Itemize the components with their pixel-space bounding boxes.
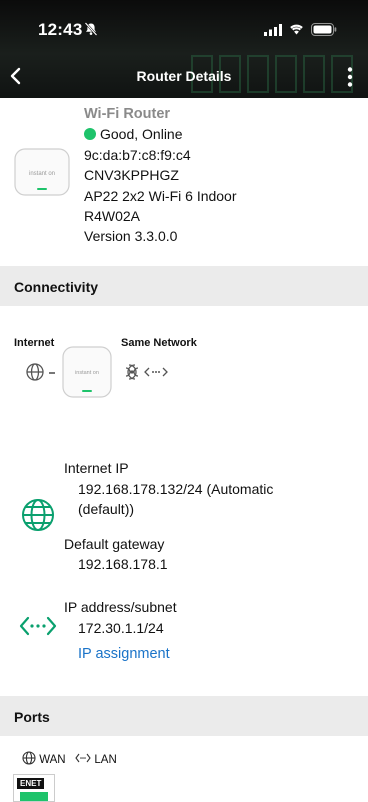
- router-brand-logo: instant on: [29, 171, 55, 177]
- internet-globe-icon: [22, 499, 54, 531]
- app-header: 12:43 Router Details: [0, 0, 368, 98]
- internet-ip-label: Internet IP: [64, 460, 129, 476]
- cellular-signal-icon: [264, 24, 282, 36]
- device-serial: CNV3KPPHGZ: [84, 167, 179, 184]
- subnet-value: 172.30.1.1/24: [78, 619, 164, 636]
- subnet-block: IP address/subnet 172.30.1.1/24 IP assig…: [64, 597, 177, 665]
- more-options-icon[interactable]: [346, 66, 354, 88]
- enet-port-tag: ENET: [17, 778, 45, 789]
- ports-section-header: Ports: [0, 696, 368, 736]
- status-dot-icon: [84, 128, 96, 141]
- subnet-label: IP address/subnet: [64, 599, 177, 615]
- battery-icon: [311, 23, 337, 36]
- default-gateway-value: 192.168.178.1: [78, 556, 168, 572]
- router-small-brand-logo: instant on: [75, 370, 99, 376]
- device-summary: instant on Wi-Fi Router Good, Online 9c:…: [0, 98, 368, 266]
- globe-icon: [26, 363, 44, 381]
- lan-label: LAN: [94, 754, 117, 766]
- wan-globe-icon: [22, 751, 36, 765]
- page-title: Router Details: [136, 68, 232, 84]
- connection-line: [49, 372, 55, 374]
- wifi-icon: [290, 24, 303, 35]
- router-image: instant on: [14, 148, 70, 196]
- internet-ip-block: Internet IP 192.168.178.132/24 (Automati…: [64, 458, 273, 575]
- router-small-image: instant on: [62, 346, 112, 398]
- internet-ip-value: 192.168.178.132/24 (Automatic: [78, 480, 274, 497]
- enet-port[interactable]: ENET: [13, 774, 55, 802]
- lan-arrows-icon: [75, 753, 91, 763]
- same-network-label: Same Network: [121, 337, 197, 349]
- status-bar: 12:43: [0, 18, 368, 42]
- muted-bell-icon: [84, 22, 98, 36]
- default-gateway-label: Default gateway: [64, 535, 165, 552]
- connectivity-section-header: Connectivity: [0, 266, 368, 306]
- ports-title: Ports: [14, 709, 50, 725]
- connectivity-title: Connectivity: [14, 279, 99, 295]
- device-part-number: R4W02A: [84, 208, 141, 225]
- device-status-text: Good, Online: [100, 126, 183, 143]
- device-name: Wi-Fi Router: [84, 106, 171, 122]
- device-status: Good, Online: [84, 124, 237, 144]
- internet-ip-value-cont: (default)): [78, 501, 135, 517]
- internet-label: Internet: [14, 337, 55, 349]
- ip-assignment-link[interactable]: IP assignment: [64, 644, 177, 665]
- device-mac: 9c:da:b7:c8:f9:c4: [84, 146, 191, 163]
- wireless-and-wired-icon: [125, 364, 168, 380]
- local-network-icon: [19, 616, 57, 636]
- device-version: Version 3.3.0.0: [84, 228, 178, 245]
- status-time: 12:43: [38, 20, 83, 39]
- wan-label: WAN: [39, 754, 66, 766]
- ports-legend: WAN LAN: [22, 751, 117, 766]
- device-model: AP22 2x2 Wi-Fi 6 Indoor: [84, 187, 237, 204]
